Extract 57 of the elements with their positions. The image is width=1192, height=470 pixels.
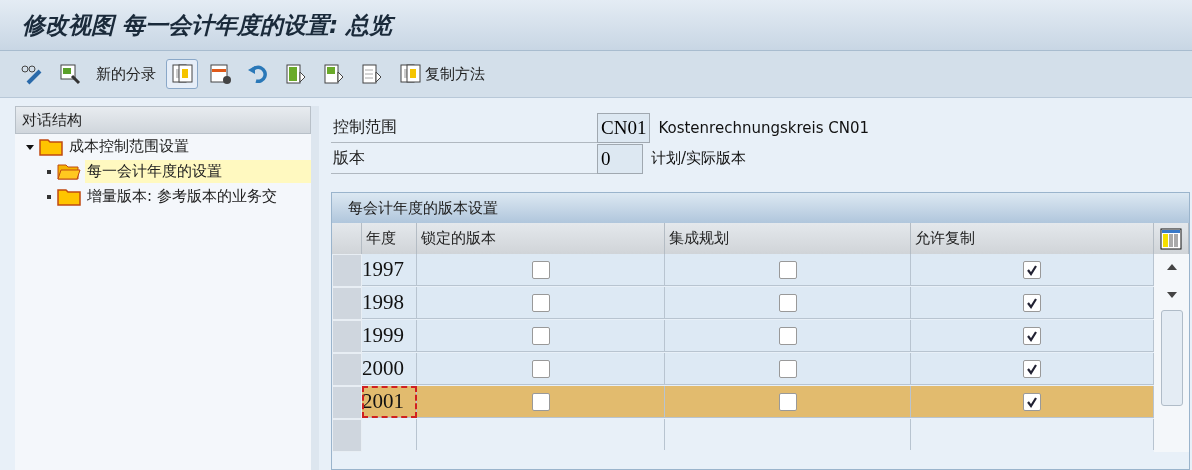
table-title: 每会计年度的版本设置 xyxy=(332,193,1189,223)
select-block-icon xyxy=(322,62,346,86)
table-cell: 1999 xyxy=(362,320,417,352)
tree-item[interactable]: 每一会计年度的设置 xyxy=(85,160,311,183)
copy-method-button[interactable]: 复制方法 xyxy=(394,59,489,89)
table-cell: 1998 xyxy=(362,287,417,319)
copy-document-icon xyxy=(170,62,194,86)
field-label: 控制范围 xyxy=(331,112,597,143)
checkbox[interactable] xyxy=(1023,326,1041,345)
checkbox[interactable] xyxy=(531,359,550,378)
field-label: 版本 xyxy=(331,143,597,174)
checkbox[interactable] xyxy=(1023,260,1041,279)
new-entries-button[interactable]: 新的分录 xyxy=(92,59,160,89)
column-settings-icon[interactable] xyxy=(1160,227,1182,250)
field-description: Kostenrechnungskreis CN01 xyxy=(658,118,870,137)
column-header[interactable]: 集成规划 xyxy=(665,223,911,254)
tree-item[interactable]: 成本控制范围设置 xyxy=(67,135,193,158)
copy-document-icon xyxy=(398,62,422,86)
folder-icon xyxy=(39,137,63,156)
field-description: 计划/实际版本 xyxy=(651,149,747,168)
checkbox[interactable] xyxy=(531,260,550,279)
table-cell: 1997 xyxy=(362,254,417,286)
check-mark-icon xyxy=(1026,263,1038,276)
checkbox[interactable] xyxy=(531,326,550,345)
check-mark-icon xyxy=(1026,395,1038,408)
check-mark-icon xyxy=(1026,362,1038,375)
checkbox[interactable] xyxy=(778,260,797,279)
check-mark-icon xyxy=(1026,329,1038,342)
checkbox[interactable] xyxy=(1023,359,1041,378)
checkbox[interactable] xyxy=(1023,293,1041,312)
table-cell: 2000 xyxy=(362,353,417,385)
open-folder-icon xyxy=(57,162,81,181)
column-header[interactable]: 锁定的版本 xyxy=(417,223,665,254)
table-cell: 2001 xyxy=(362,386,417,418)
folder-icon xyxy=(57,187,81,206)
input-field[interactable]: 0 xyxy=(597,143,643,174)
glasses-pencil-icon xyxy=(20,62,44,86)
checkbox[interactable] xyxy=(778,359,797,378)
header-corner xyxy=(332,223,362,254)
scrollbar-thumb[interactable] xyxy=(1160,310,1183,406)
tree-item[interactable]: 增量版本: 参考版本的业务交 xyxy=(85,185,281,208)
input-field[interactable]: CN01 xyxy=(597,112,651,143)
column-header[interactable]: 年度 xyxy=(362,223,417,254)
deselect-icon xyxy=(360,62,384,86)
checkbox[interactable] xyxy=(531,293,550,312)
toolbar-button[interactable] xyxy=(166,59,198,89)
delete-rows-icon xyxy=(208,62,232,86)
checkbox[interactable] xyxy=(778,392,797,411)
select-all-icon xyxy=(284,62,308,86)
column-header[interactable]: 允许复制 xyxy=(911,223,1154,254)
checkbox[interactable] xyxy=(778,326,797,345)
checkbox[interactable] xyxy=(778,293,797,312)
checkbox[interactable] xyxy=(531,392,550,411)
checkbox[interactable] xyxy=(1023,392,1041,411)
search-icon xyxy=(58,62,82,86)
panel-title: 对话结构 xyxy=(15,106,311,134)
check-mark-icon xyxy=(1026,296,1038,309)
